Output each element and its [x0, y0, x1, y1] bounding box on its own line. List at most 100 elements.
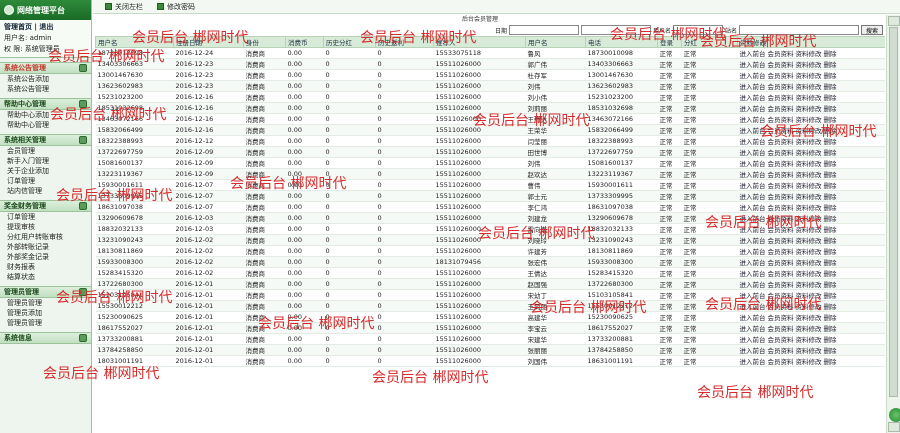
- row-action-link[interactable]: 进入前台: [740, 314, 766, 322]
- row-action-link[interactable]: 资料修改: [796, 281, 822, 289]
- row-action-link[interactable]: 会员资料: [768, 149, 794, 157]
- row-action-link[interactable]: 会员资料: [768, 204, 794, 212]
- row-action-link[interactable]: 会员资料: [768, 248, 794, 256]
- row-action-link[interactable]: 进入前台: [740, 292, 766, 300]
- row-action-link[interactable]: 进入前台: [740, 105, 766, 113]
- row-action-link[interactable]: 删除: [824, 237, 837, 245]
- row-action-link[interactable]: 进入前台: [740, 94, 766, 102]
- row-action-link[interactable]: 会员资料: [768, 215, 794, 223]
- row-action-link[interactable]: 会员资料: [768, 94, 794, 102]
- row-action-link[interactable]: 会员资料: [768, 281, 794, 289]
- row-action-link[interactable]: 资料修改: [796, 193, 822, 201]
- row-action-link[interactable]: 会员资料: [768, 303, 794, 311]
- row-action-link[interactable]: 删除: [824, 83, 837, 91]
- row-action-link[interactable]: 删除: [824, 149, 837, 157]
- sidebar-section-header[interactable]: 奖金财务管理: [0, 200, 91, 212]
- row-action-link[interactable]: 删除: [824, 325, 837, 333]
- row-action-link[interactable]: 删除: [824, 303, 837, 311]
- row-action-link[interactable]: 删除: [824, 336, 837, 344]
- search-button[interactable]: 搜索: [860, 25, 883, 35]
- row-action-link[interactable]: 会员资料: [768, 61, 794, 69]
- row-action-link[interactable]: 资料修改: [796, 325, 822, 333]
- row-action-link[interactable]: 资料修改: [796, 116, 822, 124]
- username-input[interactable]: [672, 25, 723, 35]
- row-action-link[interactable]: 会员资料: [768, 127, 794, 135]
- row-action-link[interactable]: 资料修改: [796, 182, 822, 190]
- sidebar-item[interactable]: 系统公告添加: [0, 74, 91, 84]
- row-action-link[interactable]: 删除: [824, 270, 837, 278]
- row-action-link[interactable]: 进入前台: [740, 193, 766, 201]
- row-action-link[interactable]: 删除: [824, 215, 837, 223]
- row-action-link[interactable]: 会员资料: [768, 160, 794, 168]
- row-action-link[interactable]: 会员资料: [768, 270, 794, 278]
- sidebar-section-header[interactable]: 系统相关管理: [0, 134, 91, 146]
- row-action-link[interactable]: 删除: [824, 105, 837, 113]
- row-action-link[interactable]: 资料修改: [796, 50, 822, 58]
- row-action-link[interactable]: 会员资料: [768, 83, 794, 91]
- row-action-link[interactable]: 会员资料: [768, 182, 794, 190]
- row-action-link[interactable]: 资料修改: [796, 83, 822, 91]
- row-action-link[interactable]: 进入前台: [740, 149, 766, 157]
- row-action-link[interactable]: 资料修改: [796, 358, 822, 366]
- row-action-link[interactable]: 会员资料: [768, 116, 794, 124]
- row-action-link[interactable]: 会员资料: [768, 336, 794, 344]
- row-action-link[interactable]: 会员资料: [768, 292, 794, 300]
- home-logout-links[interactable]: 管理首页 | 退出: [4, 22, 87, 33]
- row-action-link[interactable]: 删除: [824, 193, 837, 201]
- row-action-link[interactable]: 会员资料: [768, 314, 794, 322]
- row-action-link[interactable]: 进入前台: [740, 336, 766, 344]
- sidebar-item[interactable]: 帮助中心添加: [0, 110, 91, 120]
- row-action-link[interactable]: 资料修改: [796, 171, 822, 179]
- row-action-link[interactable]: 会员资料: [768, 358, 794, 366]
- row-action-link[interactable]: 删除: [824, 72, 837, 80]
- sidebar-item[interactable]: 站内信管理: [0, 186, 91, 196]
- row-action-link[interactable]: 删除: [824, 138, 837, 146]
- row-action-link[interactable]: 进入前台: [740, 160, 766, 168]
- sidebar-item[interactable]: 帮助中心管理: [0, 120, 91, 130]
- row-action-link[interactable]: 资料修改: [796, 226, 822, 234]
- row-action-link[interactable]: 进入前台: [740, 281, 766, 289]
- row-action-link[interactable]: 进入前台: [740, 303, 766, 311]
- sidebar-section-header[interactable]: 系统公告管理: [0, 62, 91, 74]
- row-action-link[interactable]: 资料修改: [796, 127, 822, 135]
- row-action-link[interactable]: 会员资料: [768, 138, 794, 146]
- close-left-panel-button[interactable]: 关闭左栏: [105, 2, 143, 12]
- row-action-link[interactable]: 会员资料: [768, 193, 794, 201]
- row-action-link[interactable]: 删除: [824, 347, 837, 355]
- row-action-link[interactable]: 进入前台: [740, 347, 766, 355]
- date-input[interactable]: [508, 25, 579, 35]
- sidebar-item[interactable]: 会员管理: [0, 146, 91, 156]
- sidebar-item[interactable]: 管理员管理: [0, 318, 91, 328]
- row-action-link[interactable]: 删除: [824, 182, 837, 190]
- sidebar-item[interactable]: 管理员管理: [0, 298, 91, 308]
- row-action-link[interactable]: 资料修改: [796, 314, 822, 322]
- sidebar-item[interactable]: 关于企业添加: [0, 166, 91, 176]
- sidebar-item[interactable]: 新手入门管理: [0, 156, 91, 166]
- row-action-link[interactable]: 资料修改: [796, 270, 822, 278]
- sidebar-section-header[interactable]: 系统信息: [0, 332, 91, 344]
- row-action-link[interactable]: 资料修改: [796, 149, 822, 157]
- row-action-link[interactable]: 进入前台: [740, 61, 766, 69]
- scroll-down-button[interactable]: [888, 422, 900, 432]
- scroll-thumb[interactable]: [889, 27, 898, 397]
- sidebar-item[interactable]: 财务报表: [0, 262, 91, 272]
- sidebar-item[interactable]: 系统公告管理: [0, 84, 91, 94]
- sidebar-section-header[interactable]: 帮助中心管理: [0, 98, 91, 110]
- row-action-link[interactable]: 进入前台: [740, 237, 766, 245]
- row-action-link[interactable]: 资料修改: [796, 160, 822, 168]
- row-action-link[interactable]: 资料修改: [796, 248, 822, 256]
- row-action-link[interactable]: 资料修改: [796, 237, 822, 245]
- row-action-link[interactable]: 会员资料: [768, 105, 794, 113]
- row-action-link[interactable]: 删除: [824, 171, 837, 179]
- date-end-input[interactable]: [580, 25, 651, 35]
- row-action-link[interactable]: 删除: [824, 116, 837, 124]
- row-action-link[interactable]: 进入前台: [740, 204, 766, 212]
- sidebar-item[interactable]: 结算状态: [0, 272, 91, 282]
- row-action-link[interactable]: 删除: [824, 160, 837, 168]
- row-action-link[interactable]: 删除: [824, 314, 837, 322]
- row-action-link[interactable]: 会员资料: [768, 72, 794, 80]
- row-action-link[interactable]: 删除: [824, 248, 837, 256]
- row-action-link[interactable]: 资料修改: [796, 303, 822, 311]
- row-action-link[interactable]: 进入前台: [740, 72, 766, 80]
- row-action-link[interactable]: 资料修改: [796, 215, 822, 223]
